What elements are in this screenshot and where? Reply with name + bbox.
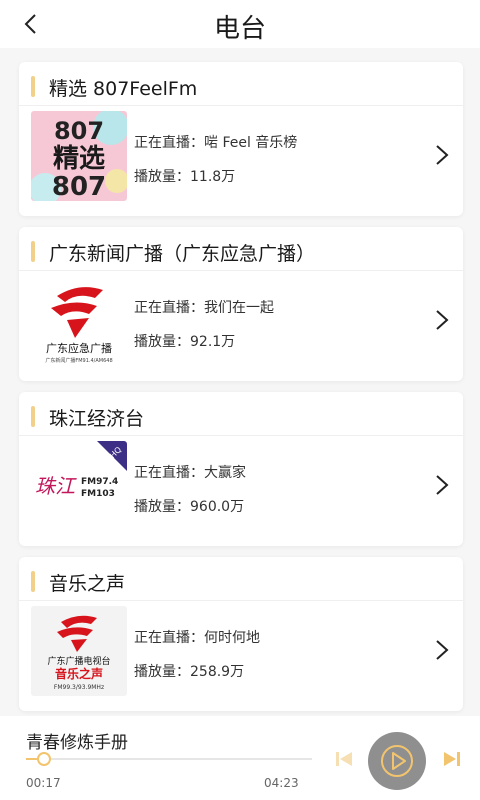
station-logo: 广东广播电视台 音乐之声 FM99.3/93.9MHz — [31, 606, 127, 696]
live-row: 正在直播：啱 Feel 音乐榜 — [134, 126, 297, 160]
live-row: 正在直播：我们在一起 — [134, 291, 274, 325]
song-title: 青春修炼手册 — [26, 733, 128, 753]
live-row: 正在直播：大赢家 — [134, 456, 246, 490]
logo-caption: 广东应急广播 — [46, 341, 112, 355]
station-card-header: 珠江经济台 — [19, 392, 463, 436]
accent-bar — [31, 241, 35, 262]
plays-label: 播放量： — [134, 499, 190, 515]
live-row: 正在直播：何时何地 — [134, 621, 260, 655]
station-card[interactable]: 广东新闻广播（广东应急广播） 广东应急广播 广东新闻广播FM91.4/AM648… — [19, 227, 463, 381]
chevron-right-icon[interactable] — [433, 309, 451, 331]
mini-player: 青春修炼手册 00:17 04:23 — [0, 716, 480, 800]
live-program: 何时何地 — [204, 630, 260, 646]
logo-caption-top: 广东广播电视台 — [47, 655, 110, 667]
logo-text-mid: 精选 — [53, 144, 105, 174]
station-logo: HQ 珠江 FM97.4 FM103 — [31, 441, 127, 531]
live-label: 正在直播： — [134, 465, 204, 481]
chevron-right-icon[interactable] — [433, 474, 451, 496]
top-nav-bar: 电台 — [0, 0, 480, 48]
progress-track[interactable] — [26, 758, 312, 760]
plays-label: 播放量： — [134, 334, 190, 350]
page-title: 电台 — [213, 14, 266, 44]
logo-subcaption: 广东新闻广播FM91.4/AM648 — [45, 357, 112, 364]
plays-row: 播放量：11.8万 — [134, 160, 297, 194]
skip-previous-icon[interactable] — [335, 750, 353, 768]
station-card-header: 音乐之声 — [19, 557, 463, 601]
live-program: 大赢家 — [204, 465, 246, 481]
station-card[interactable]: 音乐之声 广东广播电视台 音乐之声 FM99.3/93.9MHz 正在直播：何时… — [19, 557, 463, 711]
station-name: 珠江经济台 — [49, 408, 145, 430]
logo-fm1: FM97.4 — [81, 477, 118, 487]
station-logo: 广东应急广播 广东新闻广播FM91.4/AM648 — [31, 276, 127, 366]
station-name: 广东新闻广播（广东应急广播） — [49, 243, 316, 265]
plays-label: 播放量： — [134, 169, 190, 185]
logo-caption: 音乐之声 — [55, 666, 103, 681]
live-label: 正在直播： — [134, 630, 204, 646]
accent-bar — [31, 571, 35, 592]
logo-script: 珠江 — [35, 474, 77, 498]
plays-row: 播放量：258.9万 — [134, 655, 260, 689]
logo-fm2: FM103 — [81, 489, 115, 499]
chevron-right-icon[interactable] — [433, 639, 451, 661]
station-card-header: 广东新闻广播（广东应急广播） — [19, 227, 463, 271]
station-name: 音乐之声 — [49, 573, 126, 595]
accent-bar — [31, 406, 35, 427]
plays-count: 258.9万 — [190, 664, 245, 680]
accent-bar — [31, 76, 35, 97]
live-program: 啱 Feel 音乐榜 — [204, 135, 298, 151]
logo-subcaption: FM99.3/93.9MHz — [54, 684, 104, 691]
plays-row: 播放量：92.1万 — [134, 325, 274, 359]
station-card[interactable]: 精选 807FeelFm 807 精选 807 正在直播：啱 Feel 音乐榜 … — [19, 62, 463, 216]
plays-count: 960.0万 — [190, 499, 245, 515]
station-card-header: 精选 807FeelFm — [19, 62, 463, 106]
chevron-right-icon[interactable] — [433, 144, 451, 166]
play-icon — [381, 745, 413, 777]
station-list[interactable]: 精选 807FeelFm 807 精选 807 正在直播：啱 Feel 音乐榜 … — [0, 48, 480, 716]
live-label: 正在直播： — [134, 135, 204, 151]
play-button[interactable] — [368, 732, 426, 790]
logo-text-top: 807 — [54, 117, 104, 145]
plays-row: 播放量：960.0万 — [134, 490, 246, 524]
live-label: 正在直播： — [134, 300, 204, 316]
station-logo: 807 精选 807 — [31, 111, 127, 201]
plays-count: 92.1万 — [190, 334, 236, 350]
plays-label: 播放量： — [134, 664, 190, 680]
logo-text-bottom: 807 — [52, 172, 106, 201]
progress-handle[interactable] — [37, 752, 52, 766]
live-program: 我们在一起 — [204, 300, 274, 316]
total-time: 04:23 — [264, 776, 299, 790]
plays-count: 11.8万 — [190, 169, 236, 185]
current-time: 00:17 — [26, 776, 61, 790]
station-name: 精选 807FeelFm — [49, 78, 198, 100]
skip-next-icon[interactable] — [443, 750, 461, 768]
station-card[interactable]: 珠江经济台 HQ 珠江 FM97.4 FM103 正在直播：大赢家 播放量：96… — [19, 392, 463, 546]
